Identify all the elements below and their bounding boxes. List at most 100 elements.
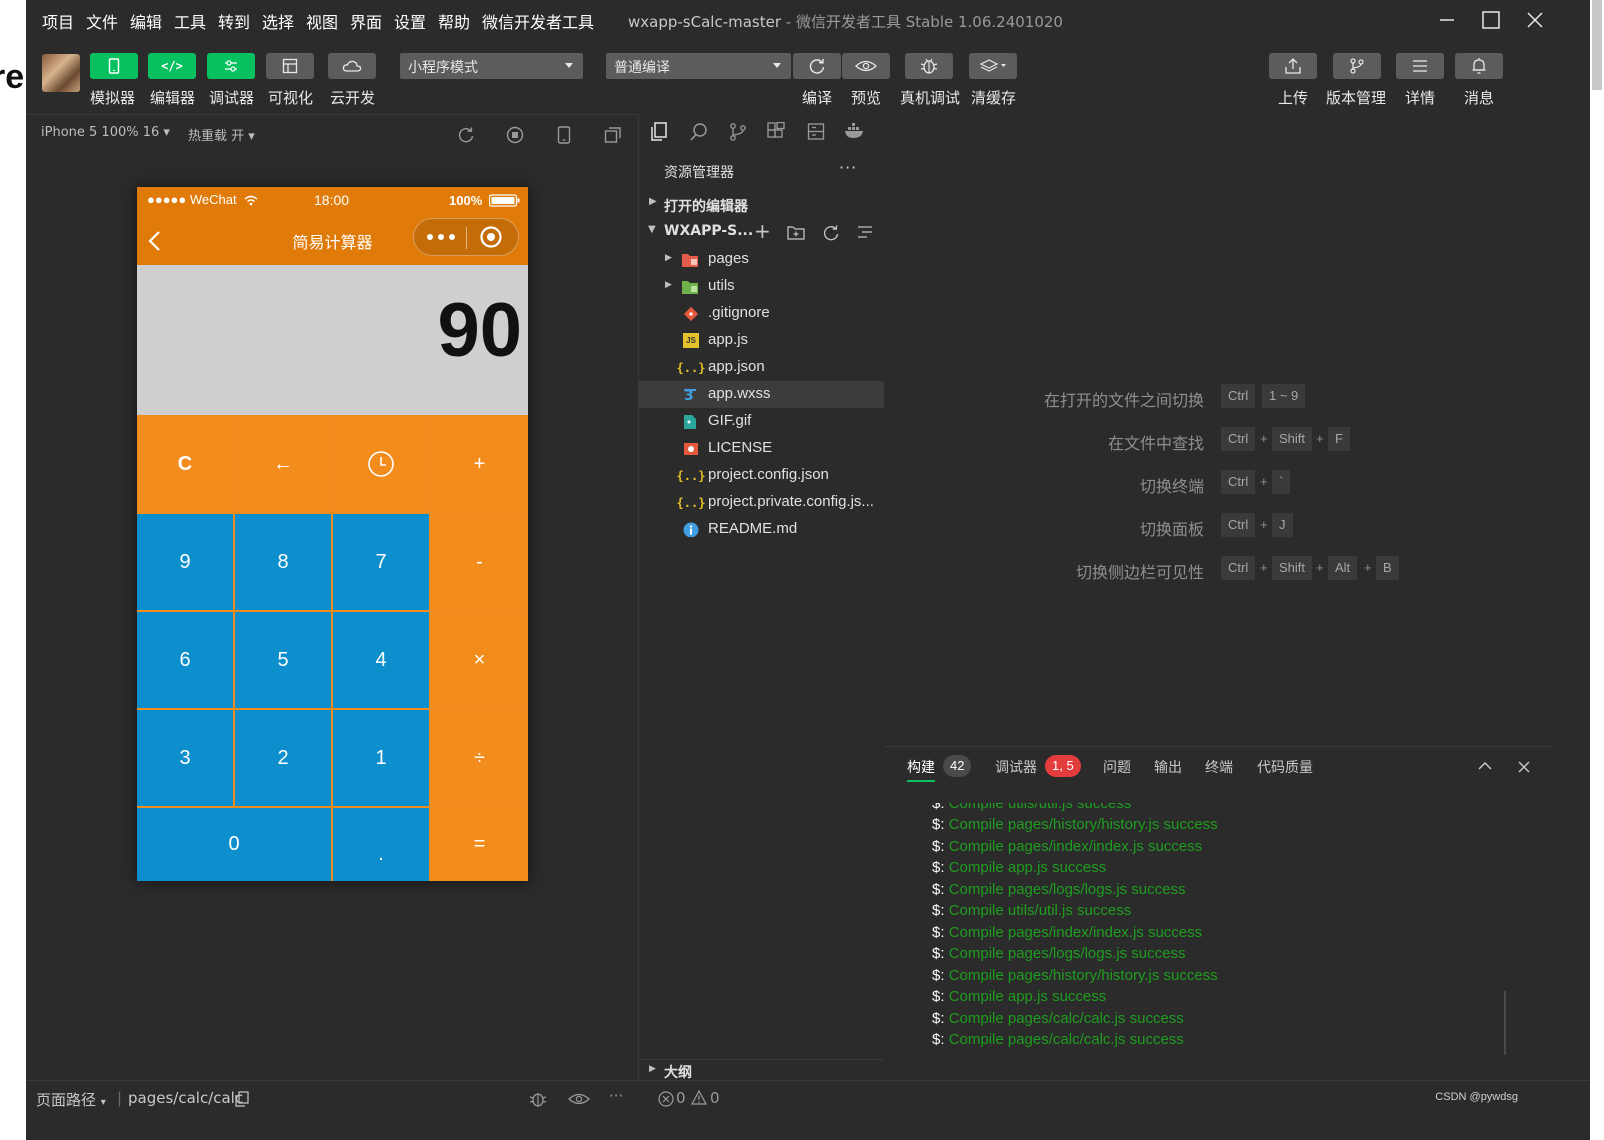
storage-icon[interactable] [807, 122, 825, 142]
key-9[interactable]: 9 [137, 514, 233, 610]
key-6[interactable]: 6 [137, 612, 233, 708]
debugger-toggle[interactable] [207, 53, 255, 79]
key-backspace[interactable]: ← [235, 416, 331, 512]
copy-icon[interactable] [235, 1091, 249, 1107]
menu-tools[interactable]: 工具 [174, 9, 206, 33]
extensions-icon[interactable] [766, 122, 786, 142]
menu-edit[interactable]: 编辑 [130, 9, 162, 33]
more-dots-icon[interactable] [426, 232, 456, 242]
eye-icon[interactable] [568, 1092, 590, 1106]
compile-mode-select[interactable]: 普通编译 [606, 53, 791, 79]
tree-item-label: project.config.json [708, 466, 829, 483]
key-equals[interactable]: = [431, 808, 528, 881]
bug-icon[interactable] [528, 1090, 548, 1108]
key-history[interactable] [333, 416, 429, 512]
menu-goto[interactable]: 转到 [218, 9, 250, 33]
messages-button[interactable] [1455, 53, 1503, 79]
tree-file-readme[interactable]: README.md [639, 516, 885, 543]
error-count[interactable]: 0 [676, 1089, 686, 1107]
menu-file[interactable]: 文件 [86, 9, 118, 33]
warning-count[interactable]: 0 [710, 1089, 720, 1107]
files-icon[interactable] [650, 122, 668, 142]
menu-select[interactable]: 选择 [262, 9, 294, 33]
key-clear[interactable]: C [137, 416, 233, 512]
tree-file-gitignore[interactable]: .gitignore [639, 300, 885, 327]
refresh-explorer-icon[interactable] [822, 224, 840, 242]
tree-file-appjson[interactable]: {..} app.json [639, 354, 885, 381]
close-button[interactable] [1518, 6, 1552, 34]
new-folder-icon[interactable] [787, 224, 805, 240]
menu-project[interactable]: 项目 [42, 9, 74, 33]
avatar[interactable] [42, 54, 80, 92]
key-7[interactable]: 7 [333, 514, 429, 610]
more-actions-icon[interactable]: ··· [839, 158, 857, 177]
menu-interface[interactable]: 界面 [350, 9, 382, 33]
tab-debugger[interactable]: 调试器 [995, 757, 1037, 777]
real-device-debug-button[interactable] [905, 53, 953, 79]
hot-reload-select[interactable]: 热重载 开 ▾ [188, 125, 255, 144]
new-file-icon[interactable]: + [754, 219, 771, 243]
device-select[interactable]: iPhone 5 100% 16 ▾ [41, 125, 170, 140]
tree-file-appjs[interactable]: JS app.js [639, 327, 885, 354]
tree-file-project-config[interactable]: {..} project.config.json [639, 462, 885, 489]
key-3[interactable]: 3 [137, 710, 233, 806]
capsule-close-icon[interactable] [479, 225, 503, 249]
key-divide[interactable]: ÷ [431, 710, 528, 806]
key-2[interactable]: 2 [235, 710, 331, 806]
version-management-button[interactable] [1333, 53, 1381, 79]
key-4[interactable]: 4 [333, 612, 429, 708]
tab-terminal[interactable]: 终端 [1205, 757, 1233, 777]
clear-cache-button[interactable] [969, 53, 1017, 79]
menu-help[interactable]: 帮助 [438, 9, 470, 33]
tree-file-project-private-config[interactable]: {..} project.private.config.js... [639, 489, 885, 516]
simulator-toggle[interactable] [90, 53, 138, 79]
upload-button[interactable] [1269, 53, 1317, 79]
tree-file-license[interactable]: LICENSE [639, 435, 885, 462]
minimize-button[interactable] [1430, 6, 1464, 34]
tab-problems[interactable]: 问题 [1103, 757, 1131, 777]
open-editors-section[interactable]: ▶ 打开的编辑器 [639, 192, 885, 218]
key-decimal[interactable]: . [333, 808, 429, 881]
chevron-up-icon[interactable] [1477, 761, 1493, 771]
search-icon[interactable] [689, 122, 709, 142]
stop-icon[interactable] [506, 126, 524, 144]
source-control-icon[interactable] [729, 122, 747, 142]
console-scrollbar[interactable] [1504, 991, 1506, 1055]
phone-outline-icon[interactable] [557, 126, 571, 144]
editor-toggle[interactable]: </> [148, 53, 196, 79]
details-button[interactable] [1396, 53, 1444, 79]
compile-button[interactable] [793, 53, 841, 79]
tree-file-gif[interactable]: GIF.gif [639, 408, 885, 435]
maximize-button[interactable] [1474, 6, 1508, 34]
key-multiply[interactable]: × [431, 612, 528, 708]
mode-select[interactable]: 小程序模式 [400, 53, 583, 79]
key-1[interactable]: 1 [333, 710, 429, 806]
visual-toggle[interactable] [266, 53, 314, 79]
menu-view[interactable]: 视图 [306, 9, 338, 33]
tab-code-quality[interactable]: 代码质量 [1257, 757, 1313, 777]
tree-folder-utils[interactable]: ▶ utils [639, 273, 885, 300]
page-path-select[interactable]: 页面路径 ▾ [36, 1089, 106, 1110]
project-root-section[interactable]: ▼ WXAPP-S... + [639, 219, 885, 245]
tab-build[interactable]: 构建 [907, 757, 935, 777]
tree-folder-pages[interactable]: ▶ pages [639, 246, 885, 273]
preview-button[interactable] [842, 53, 890, 79]
key-minus[interactable]: - [431, 514, 528, 610]
cloud-dev-button[interactable] [328, 53, 376, 79]
tab-output[interactable]: 输出 [1154, 757, 1182, 777]
more-icon[interactable]: ··· [609, 1087, 623, 1105]
reload-icon[interactable] [457, 126, 475, 144]
collapse-all-icon[interactable] [857, 225, 873, 241]
compile-label: 编译 [802, 89, 833, 107]
close-panel-icon[interactable] [1517, 760, 1531, 774]
key-plus[interactable]: + [431, 416, 528, 512]
key-0[interactable]: 0 [137, 808, 331, 881]
menu-settings[interactable]: 设置 [394, 9, 426, 33]
key-8[interactable]: 8 [235, 514, 331, 610]
tree-file-appwxss[interactable]: 3 app.wxss [639, 381, 885, 408]
menu-wechat-devtools[interactable]: 微信开发者工具 [482, 9, 594, 33]
detach-window-icon[interactable] [604, 126, 622, 144]
key-5[interactable]: 5 [235, 612, 331, 708]
docker-whale-icon[interactable] [844, 122, 866, 140]
outline-section[interactable]: ▶ 大纲 [639, 1059, 885, 1081]
